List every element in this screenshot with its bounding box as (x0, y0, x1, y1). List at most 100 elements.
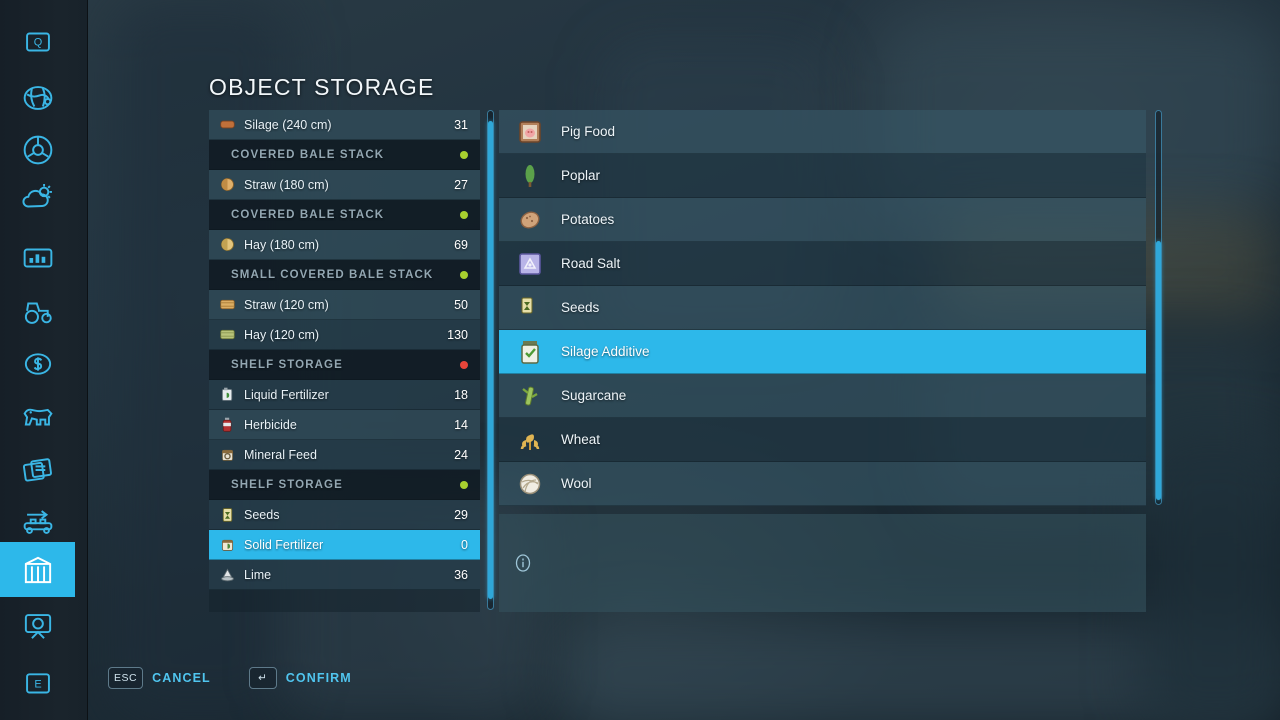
storage-group-header: SHELF STORAGE (209, 350, 480, 380)
seeds-icon (219, 506, 236, 523)
fill-type-row[interactable]: Road Salt (499, 242, 1146, 286)
storage-item-row[interactable]: Straw (180 cm) 27 (209, 170, 480, 200)
storage-item-count: 31 (454, 117, 468, 132)
storage-item-count: 24 (454, 447, 468, 462)
storage-item-row[interactable]: Hay (180 cm) 69 (209, 230, 480, 260)
cancel-button[interactable]: ESC CANCEL (108, 667, 211, 689)
storage-item-count: 18 (454, 387, 468, 402)
sidebar-item-map[interactable] (0, 70, 75, 125)
sidebar-item-help[interactable]: Q (0, 14, 75, 69)
road-salt-icon (517, 251, 543, 277)
fill-type-label: Potatoes (561, 212, 615, 227)
fill-type-list[interactable]: Pig Food Poplar Potatoes Road Salt Seeds Sila… (499, 110, 1146, 506)
fill-type-row[interactable]: Wool (499, 462, 1146, 506)
key-hint: ↵ (248, 667, 277, 689)
fill-type-row[interactable]: Pig Food (499, 110, 1146, 154)
storage-group-label: SHELF STORAGE (231, 358, 343, 371)
storage-item-count: 69 (454, 237, 468, 252)
bale-hay-sq-icon (219, 326, 236, 343)
left-list-scrollbar[interactable] (487, 110, 494, 610)
info-icon (513, 553, 533, 573)
tractor-icon (21, 295, 55, 329)
storage-item-row[interactable]: Solid Fertilizer 0 (209, 530, 480, 560)
cow-icon (21, 399, 55, 433)
storage-item-count: 36 (454, 567, 468, 582)
left-list-scrollbar-thumb[interactable] (488, 120, 493, 600)
storage-item-label: Hay (180 cm) (244, 237, 320, 252)
svg-text:Q: Q (33, 36, 41, 48)
sidebar-item-radio[interactable] (0, 598, 75, 653)
svg-text:E: E (34, 678, 41, 690)
seeds-icon (517, 295, 543, 321)
fill-type-row[interactable]: Potatoes (499, 198, 1146, 242)
bale-hay-icon (219, 236, 236, 253)
sidebar-item-contracts[interactable] (0, 442, 75, 497)
storage-item-row[interactable]: Mineral Feed 24 (209, 440, 480, 470)
silage-additive-icon (517, 339, 543, 365)
fill-type-label: Seeds (561, 300, 600, 315)
sidebar-item-production[interactable] (0, 494, 75, 549)
fill-type-label: Poplar (561, 168, 601, 183)
bale-straw-sq-icon (219, 296, 236, 313)
sidebar-item-statistics[interactable] (0, 230, 75, 285)
globe-icon (21, 81, 55, 115)
fill-type-label: Wheat (561, 432, 601, 447)
weather-icon (21, 181, 55, 215)
storage-item-row[interactable]: Hay (120 cm) 130 (209, 320, 480, 350)
fill-type-row[interactable]: Wheat (499, 418, 1146, 462)
storage-group-header: COVERED BALE STACK (209, 200, 480, 230)
status-dot (460, 480, 468, 489)
sidebar-item-vehicles[interactable] (0, 122, 75, 177)
storage-group-header: SMALL COVERED BALE STACK (209, 260, 480, 290)
storage-group-label: SHELF STORAGE (231, 478, 343, 491)
sidebar-item-finances[interactable] (0, 336, 75, 391)
storage-item-row[interactable]: Herbicide 14 (209, 410, 480, 440)
sidebar-item-machines[interactable] (0, 284, 75, 339)
storage-item-label: Liquid Fertilizer (244, 387, 329, 402)
wheat-icon (517, 427, 543, 453)
pig-food-icon (517, 119, 543, 145)
fill-type-label: Silage Additive (561, 344, 650, 359)
fill-type-row[interactable]: Poplar (499, 154, 1146, 198)
status-dot (460, 270, 468, 279)
right-list-scrollbar[interactable] (1155, 110, 1162, 505)
storage-item-count: 0 (461, 537, 468, 552)
storage-item-row[interactable]: Liquid Fertilizer 18 (209, 380, 480, 410)
fill-type-row[interactable]: Seeds (499, 286, 1146, 330)
bale-straw-icon (219, 176, 236, 193)
sidebar-item-exit[interactable]: E (0, 656, 75, 711)
radio-icon (21, 609, 55, 643)
confirm-button[interactable]: ↵ CONFIRM (248, 667, 352, 689)
sidebar-item-object-storage[interactable] (0, 542, 75, 597)
solid-fertilizer-icon (219, 536, 236, 553)
object-storage-icon (21, 553, 55, 587)
storage-item-label: Hay (120 cm) (244, 327, 320, 342)
production-icon (21, 505, 55, 539)
sidebar-rail: QE (0, 0, 88, 720)
sidebar-item-animals[interactable] (0, 388, 75, 443)
bale-silage-icon (219, 116, 236, 133)
sugarcane-icon (517, 383, 543, 409)
storage-item-label: Herbicide (244, 417, 297, 432)
help-key-icon: Q (21, 25, 55, 59)
fill-type-row[interactable]: Silage Additive (499, 330, 1146, 374)
steering-wheel-icon (21, 133, 55, 167)
sidebar-item-weather[interactable] (0, 170, 75, 225)
object-storage-list[interactable]: Silage (240 cm) 31 COVERED BALE STACK Straw… (209, 110, 480, 612)
storage-group-header: COVERED BALE STACK (209, 140, 480, 170)
poplar-icon (517, 163, 543, 189)
fill-type-label: Wool (561, 476, 592, 491)
storage-group-header: SHELF STORAGE (209, 470, 480, 500)
storage-item-row[interactable]: Seeds 29 (209, 500, 480, 530)
storage-item-row[interactable]: Silage (240 cm) 31 (209, 110, 480, 140)
status-dot (460, 150, 468, 159)
right-list-scrollbar-thumb[interactable] (1156, 240, 1161, 501)
footer-actions: ESC CANCEL ↵ CONFIRM (108, 667, 352, 689)
storage-item-row[interactable]: Straw (120 cm) 50 (209, 290, 480, 320)
storage-item-row[interactable]: Lime 36 (209, 560, 480, 590)
mineral-feed-icon (219, 446, 236, 463)
fill-type-row[interactable]: Sugarcane (499, 374, 1146, 418)
storage-item-label: Mineral Feed (244, 447, 317, 462)
documents-icon (21, 453, 55, 487)
exit-key-icon: E (21, 667, 55, 701)
